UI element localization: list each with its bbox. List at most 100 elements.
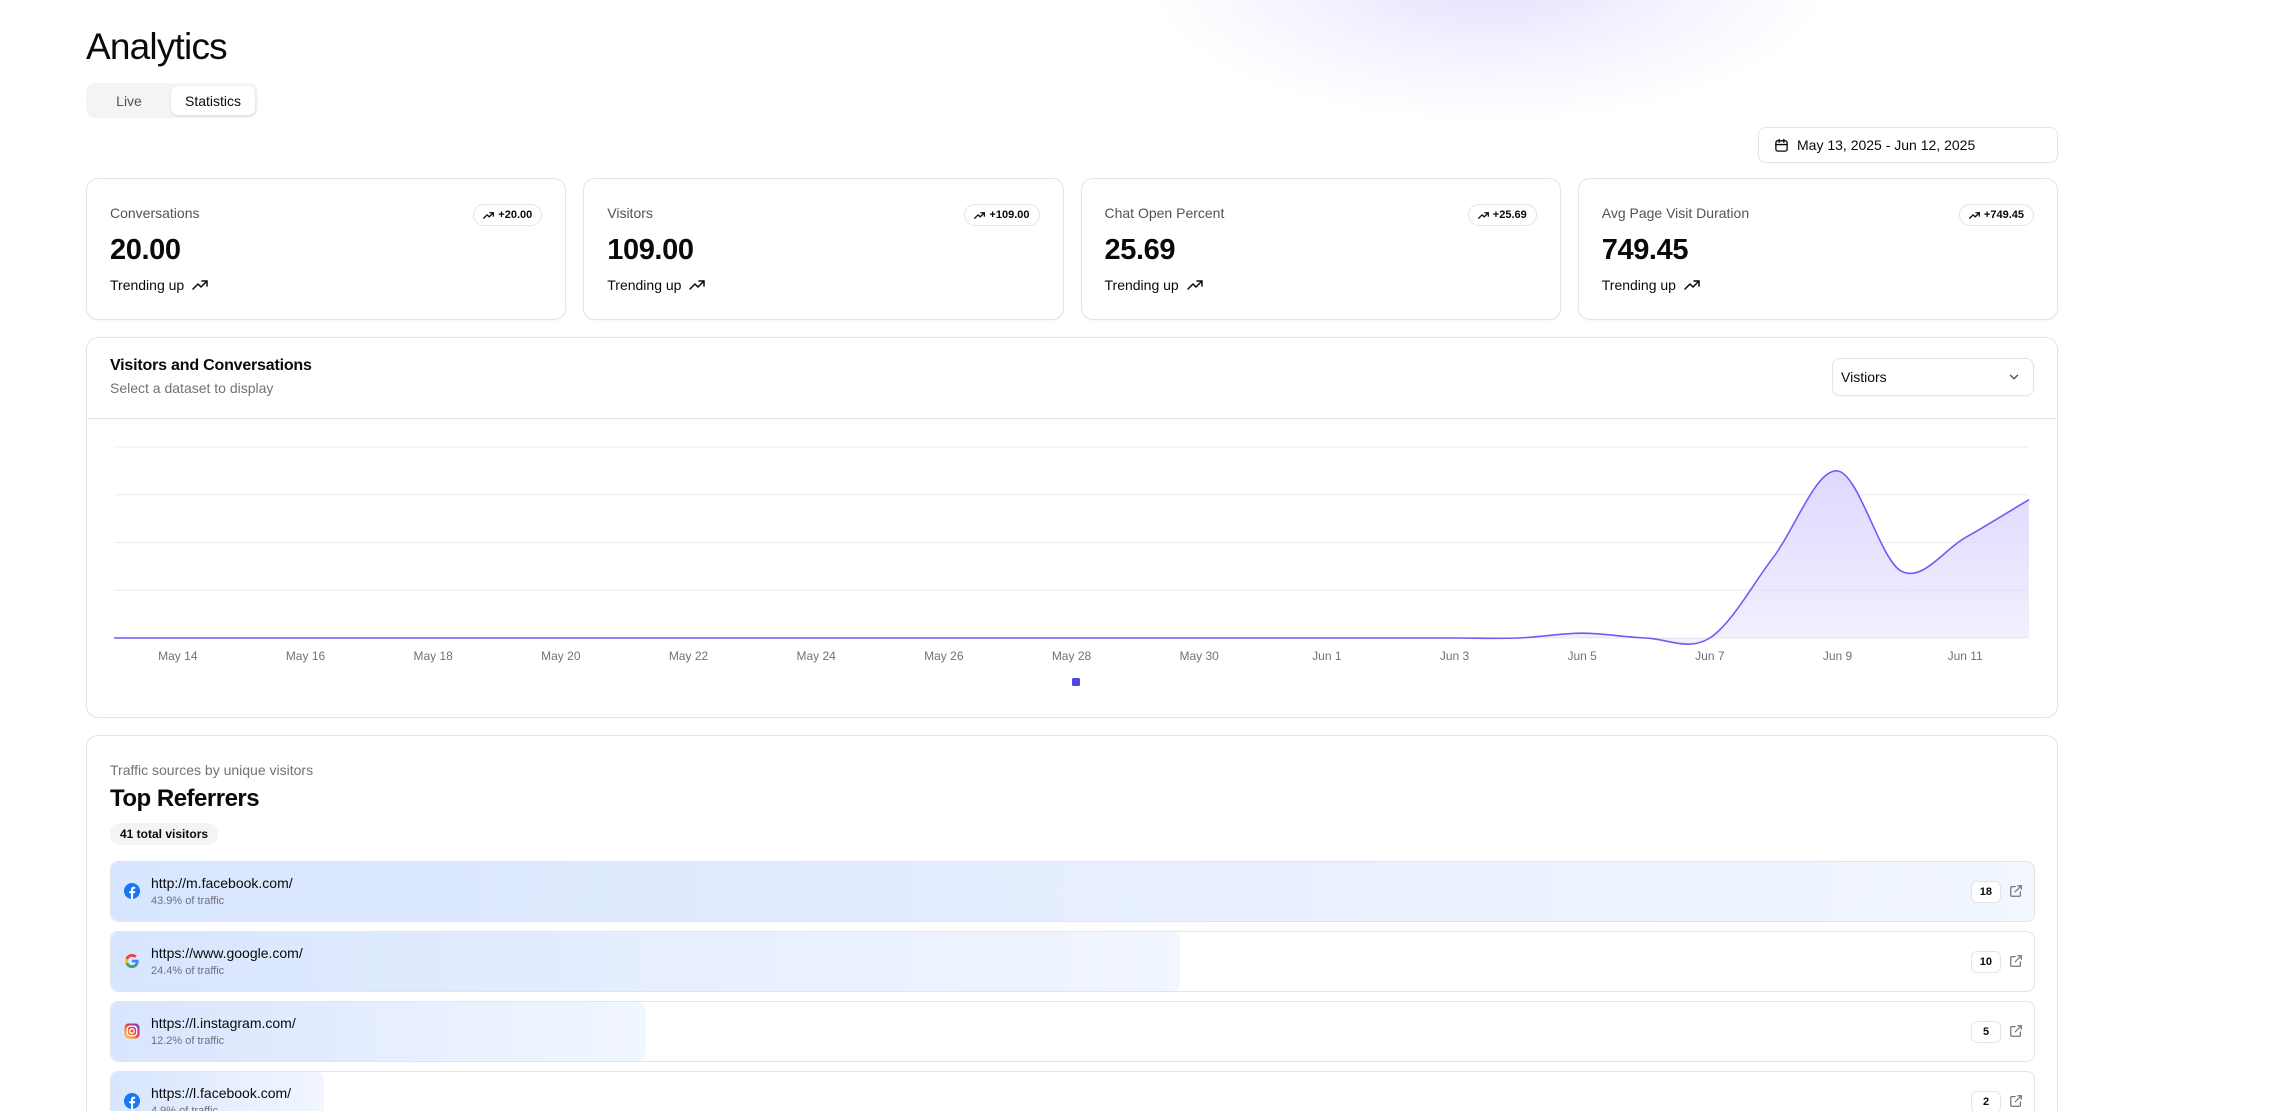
stat-trend: Trending up: [1602, 277, 1700, 293]
stat-card-avg-page-visit-duration: Avg Page Visit Duration +749.45 749.45 T…: [1577, 178, 2058, 320]
stat-badge-value: +25.69: [1492, 209, 1527, 221]
stat-value: 749.45: [1601, 234, 1689, 266]
stat-badge: +20.00: [473, 204, 543, 226]
stat-card-visitors: Visitors +109.00 109.00 Trending up: [583, 178, 1064, 320]
x-tick-label: May 28: [1052, 649, 1092, 663]
dataset-select-value: Vistiors: [1841, 369, 1887, 385]
facebook-icon: [123, 1092, 141, 1110]
stat-trend-label: Trending up: [110, 277, 185, 293]
stat-value: 20.00: [110, 234, 181, 266]
referrers-caption: Traffic sources by unique visitors: [110, 762, 314, 778]
x-tick-label: May 22: [669, 649, 709, 663]
trending-up-icon: [483, 211, 495, 219]
stat-card-conversations: Conversations +20.00 20.00 Trending up: [86, 178, 567, 320]
external-link-icon[interactable]: [2009, 1024, 2023, 1038]
referrer-row[interactable]: https://www.google.com/24.4% of traffic 1…: [110, 931, 2035, 992]
page-title: Analytics: [86, 26, 228, 67]
top-referrers-card: Traffic sources by unique visitors Top R…: [86, 735, 2058, 1111]
stat-trend-label: Trending up: [1104, 277, 1179, 293]
stat-card-chat-open-percent: Chat Open Percent +25.69 25.69 Trending …: [1080, 178, 1561, 320]
x-tick-label: May 16: [286, 649, 326, 663]
external-link-icon[interactable]: [2009, 1094, 2023, 1108]
x-tick-label: May 14: [158, 649, 198, 663]
referrer-share-bar: [111, 1002, 646, 1061]
stat-trend-label: Trending up: [1601, 277, 1676, 293]
total-visitors-badge: 41 total visitors: [110, 823, 219, 845]
referrer-percent: 24.4% of traffic: [151, 965, 225, 977]
x-tick-label: May 30: [1179, 649, 1219, 663]
chevron-down-icon: [2009, 374, 2019, 380]
referrer-percent: 12.2% of traffic: [151, 1035, 225, 1047]
stat-value: 25.69: [1104, 234, 1176, 266]
chart-header: Visitors and Conversations Select a data…: [87, 338, 2057, 419]
external-link-icon[interactable]: [2009, 884, 2023, 898]
x-tick-label: Jun 9: [1823, 649, 1853, 663]
x-tick-label: Jun 11: [1948, 649, 1983, 663]
x-tick-label: Jun 3: [1440, 649, 1470, 663]
stat-badge-value: +749.45: [1983, 209, 2024, 221]
trending-up-icon: [1968, 211, 1980, 219]
referrer-share-bar: [111, 932, 1181, 991]
date-range-picker[interactable]: May 13, 2025 - Jun 12, 2025: [1758, 127, 2058, 163]
referrer-share-bar: [111, 862, 2034, 921]
referrers-title: Top Referrers: [110, 785, 260, 812]
visitors-area-chart: May 14 May 16 May 18 May 20 May 22 May 24 May …: [113, 446, 2030, 686]
referrer-row[interactable]: http://m.facebook.com/43.9% of traffic 18: [110, 861, 2035, 922]
legend-swatch: [1072, 678, 1080, 686]
referrer-url[interactable]: https://l.instagram.com/: [151, 1015, 296, 1031]
facebook-icon: [123, 882, 141, 900]
stat-badge: +749.45: [1958, 204, 2034, 226]
stat-label: Chat Open Percent: [1104, 205, 1225, 221]
referrer-percent: 43.9% of traffic: [151, 895, 225, 907]
stat-trend: Trending up: [607, 277, 706, 293]
tab-statistics[interactable]: Statistics: [171, 86, 255, 115]
stat-badge: +109.00: [964, 204, 1040, 226]
stat-badge: +25.69: [1467, 204, 1537, 226]
referrer-percent: 4.9% of traffic: [151, 1105, 219, 1111]
external-link-icon[interactable]: [2009, 954, 2023, 968]
stat-badge-value: +109.00: [989, 209, 1030, 221]
stat-value: 109.00: [607, 234, 694, 266]
view-tabs: Live Statistics: [86, 83, 258, 118]
date-range-label: May 13, 2025 - Jun 12, 2025: [1797, 137, 1976, 153]
visitors-conversations-chart-card: Visitors and Conversations Select a data…: [86, 337, 2058, 718]
chart-subtitle: Select a dataset to display: [110, 380, 274, 396]
x-tick-label: Jun 7: [1695, 649, 1725, 663]
x-tick-label: Jun 1: [1312, 649, 1342, 663]
x-tick-label: Jun 5: [1567, 649, 1597, 663]
visitors-area: [114, 470, 2029, 645]
stat-trend: Trending up: [1105, 277, 1203, 293]
x-tick-label: May 24: [796, 649, 836, 663]
stat-badge-value: +20.00: [498, 209, 533, 221]
tab-live[interactable]: Live: [89, 86, 169, 115]
referrer-list: http://m.facebook.com/43.9% of traffic 18…: [110, 861, 2035, 1111]
background-glow: [1150, 0, 1830, 120]
referrer-count: 2: [1971, 1091, 2001, 1111]
referrer-url[interactable]: https://l.facebook.com/: [151, 1085, 291, 1101]
stat-trend-label: Trending up: [607, 277, 682, 293]
x-tick-label: May 20: [541, 649, 581, 663]
trending-up-icon: [1186, 280, 1203, 290]
referrer-count: 5: [1971, 1021, 2001, 1043]
stat-label: Conversations: [110, 205, 200, 221]
stat-trend: Trending up: [110, 277, 208, 293]
stat-cards: Conversations +20.00 20.00 Trending up V…: [86, 178, 2058, 320]
referrer-count: 18: [1970, 881, 2001, 903]
referrer-url[interactable]: https://www.google.com/: [151, 945, 303, 961]
trending-up-icon: [974, 211, 986, 219]
chart-title: Visitors and Conversations: [110, 357, 312, 374]
trending-up-icon: [192, 280, 208, 290]
trending-up-icon: [1477, 211, 1489, 219]
referrer-row[interactable]: https://l.instagram.com/12.2% of traffic…: [110, 1001, 2035, 1062]
referrer-url[interactable]: http://m.facebook.com/: [151, 875, 293, 891]
referrer-row[interactable]: https://l.facebook.com/4.9% of traffic 2: [110, 1071, 2035, 1111]
dataset-select[interactable]: Vistiors: [1832, 358, 2034, 396]
google-icon: [123, 952, 141, 970]
stat-label: Visitors: [607, 205, 653, 221]
x-tick-label: May 18: [413, 649, 453, 663]
trending-up-icon: [689, 280, 706, 290]
instagram-icon: [123, 1022, 141, 1040]
trending-up-icon: [1684, 280, 1700, 290]
stat-label: Avg Page Visit Duration: [1601, 205, 1750, 221]
x-tick-label: May 26: [924, 649, 964, 663]
